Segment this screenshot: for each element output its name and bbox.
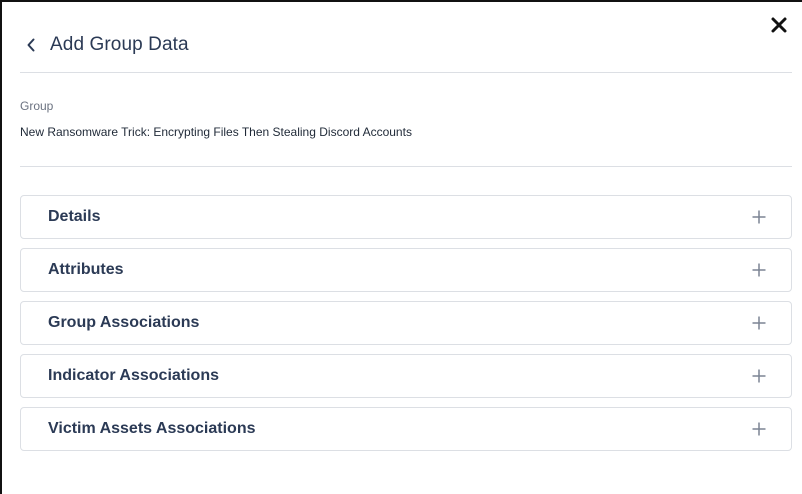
group-field-label: Group	[20, 99, 54, 113]
accordion-label: Details	[48, 208, 101, 225]
accordion-indicator-associations[interactable]: Indicator Associations	[20, 354, 792, 398]
plus-icon[interactable]	[751, 262, 767, 278]
plus-icon[interactable]	[751, 315, 767, 331]
accordion-label: Indicator Associations	[48, 367, 219, 384]
accordion-label: Victim Assets Associations	[48, 420, 256, 437]
group-field-value: New Ransomware Trick: Encrypting Files T…	[20, 125, 412, 139]
accordion-victim-assets-associations[interactable]: Victim Assets Associations	[20, 407, 792, 451]
back-button[interactable]	[26, 38, 36, 52]
plus-icon[interactable]	[751, 421, 767, 437]
plus-icon[interactable]	[751, 368, 767, 384]
plus-icon[interactable]	[751, 209, 767, 225]
accordion-details[interactable]: Details	[20, 195, 792, 239]
accordion-label: Attributes	[48, 261, 124, 278]
page-title: Add Group Data	[50, 34, 189, 55]
close-icon	[771, 17, 787, 33]
group-divider	[20, 166, 792, 167]
header-divider	[20, 72, 792, 73]
add-group-data-dialog: Add Group Data Group New Ransomware Tric…	[0, 0, 802, 494]
accordion-group-associations[interactable]: Group Associations	[20, 301, 792, 345]
chevron-left-icon	[27, 38, 35, 52]
accordion-list: Details Attributes Group Associations In…	[20, 195, 792, 460]
accordion-attributes[interactable]: Attributes	[20, 248, 792, 292]
close-button[interactable]	[770, 16, 788, 34]
dialog-header: Add Group Data	[26, 28, 189, 62]
accordion-label: Group Associations	[48, 314, 200, 331]
